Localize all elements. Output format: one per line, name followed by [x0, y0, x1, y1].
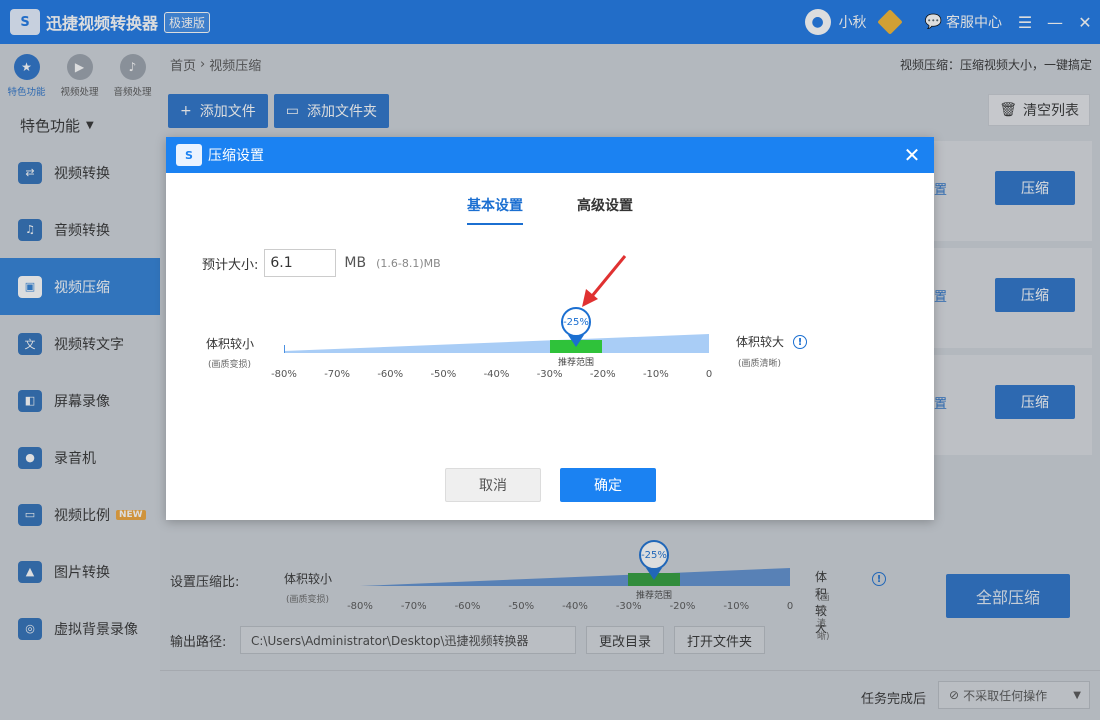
slider-tick-label: -20% [589, 369, 616, 380]
dialog-title: 压缩设置 [208, 148, 264, 164]
dialog-header: S 压缩设置 ✕ [166, 137, 934, 173]
confirm-button[interactable]: 确定 [560, 468, 656, 502]
slider-tick-label: -40% [483, 369, 510, 380]
recommend-label: 推荐范围 [557, 358, 595, 368]
estimated-size-input[interactable]: 6.1 [264, 249, 337, 277]
slider-right-sub: (画质清晰) [738, 359, 782, 369]
compress-settings-dialog: S 压缩设置 ✕ 基本设置 高级设置 预计大小: 6.1 MB (1.6-8.1… [166, 137, 934, 520]
cancel-button[interactable]: 取消 [445, 468, 541, 502]
pin-tail [568, 335, 584, 347]
slider-left-label: 体积较小 [206, 337, 255, 351]
estimated-size-label: 预计大小: [202, 257, 259, 273]
slider-right-label: 体积较大 [736, 335, 785, 349]
slider-track[interactable] [284, 333, 712, 355]
size-range: (1.6-8.1)MB [376, 256, 441, 270]
slider-left-sub: (画质变损) [208, 360, 252, 370]
tab-advanced-settings[interactable]: 高级设置 [577, 195, 633, 225]
slider-tick-label: -80% [271, 369, 297, 380]
red-arrow-annotation [582, 255, 627, 307]
dialog-logo-icon: S [176, 144, 202, 166]
tab-basic-settings[interactable]: 基本设置 [467, 195, 523, 225]
slider-tick-label: -50% [430, 369, 457, 380]
slider-pin[interactable]: -25% [561, 307, 591, 337]
dialog-ratio-slider[interactable]: 体积较小 (画质变损) 推荐范围 -25% -80% -70% -60% -50% -4… [206, 307, 846, 397]
slider-tick-label: -60% [377, 369, 404, 380]
slider-tick-label: -70% [324, 369, 351, 380]
dialog-close-icon[interactable]: ✕ [900, 143, 924, 167]
slider-tick-label: -10% [642, 369, 669, 380]
size-unit: MB [344, 255, 367, 271]
slider-tick-label: -30% [536, 369, 563, 380]
slider-tick-label: 0 [705, 369, 713, 380]
slider-ticks: -80% -70% -60% -50% -40% -30% -20% -10% 0 [271, 369, 713, 383]
info-icon[interactable]: ! [793, 335, 807, 349]
